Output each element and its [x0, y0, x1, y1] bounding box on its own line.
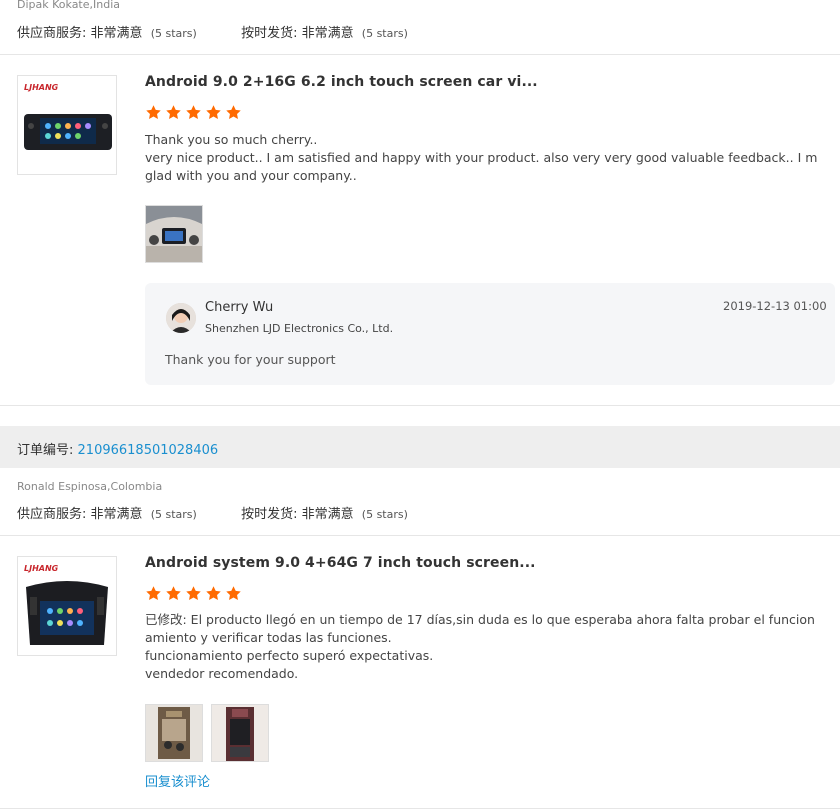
review-photo[interactable]: [145, 704, 203, 762]
review-star-rating: [145, 104, 245, 122]
supplier-service-stars: (5 stars): [150, 508, 197, 521]
review-text-line: glad with you and your company..: [145, 168, 357, 183]
divider: [0, 54, 840, 55]
product-title-link[interactable]: Android system 9.0 4+64G 7 inch touch sc…: [145, 555, 536, 571]
review-text: Thank you so much cherry.. very nice prod…: [145, 131, 818, 185]
supplier-service-label: 供应商服务:: [17, 507, 87, 522]
review-text-line: amiento y verificar todas las funciones.: [145, 630, 392, 645]
seller-reply: Cherry Wu Shenzhen LJD Electronics Co., …: [145, 283, 835, 385]
order-number-link[interactable]: 21096618501028406: [78, 443, 219, 458]
reviewer-name: Dipak Kokate,India: [17, 0, 121, 11]
supplier-service-value: 非常满意: [90, 26, 143, 41]
review-photo[interactable]: [145, 205, 203, 263]
review-text-line: 已修改: El producto llegó en un tiempo de 1…: [145, 612, 815, 627]
review-text: 已修改: El producto llegó en un tiempo de 1…: [145, 611, 815, 683]
review-star-rating: [145, 585, 245, 603]
reply-author-name: Cherry Wu: [205, 300, 274, 315]
ontime-delivery-stars: (5 stars): [361, 508, 408, 521]
supplier-service-label: 供应商服务:: [17, 26, 87, 41]
star-icon: [225, 104, 242, 121]
brand-logo: LJHANG: [24, 83, 59, 92]
star-icon: [165, 585, 182, 602]
brand-logo: LJHANG: [24, 564, 59, 573]
star-icon: [205, 585, 222, 602]
reply-company: Shenzhen LJD Electronics Co., Ltd.: [205, 322, 394, 335]
ontime-delivery-label: 按时发货:: [241, 507, 298, 522]
review-text-line: funcionamiento perfecto superó expectati…: [145, 648, 434, 663]
ontime-delivery-stars: (5 stars): [361, 27, 408, 40]
ontime-delivery-label: 按时发货:: [241, 26, 298, 41]
seller-ratings: 供应商服务: 非常满意 (5 stars) 按时发货: 非常满意 (5 star…: [17, 22, 408, 41]
review-text-line: Thank you so much cherry..: [145, 132, 318, 147]
supplier-service-value: 非常满意: [90, 507, 143, 522]
review-text-line: very nice product.. I am satisfied and h…: [145, 150, 818, 165]
review-text-line: vendedor recomendado.: [145, 666, 299, 681]
star-icon: [165, 104, 182, 121]
divider: [0, 808, 840, 809]
product-thumbnail[interactable]: LJHANG: [17, 556, 117, 656]
star-icon: [185, 585, 202, 602]
supplier-service-stars: (5 stars): [150, 27, 197, 40]
seller-ratings: 供应商服务: 非常满意 (5 stars) 按时发货: 非常满意 (5 star…: [17, 503, 408, 522]
order-number: 订单编号: 21096618501028406: [17, 439, 218, 458]
product-thumbnail[interactable]: LJHANG: [17, 75, 117, 175]
divider: [0, 405, 840, 406]
avatar: [166, 303, 196, 333]
star-icon: [205, 104, 222, 121]
order-bar: 订单编号: 21096618501028406: [0, 426, 840, 468]
reply-text: Thank you for your support: [165, 352, 336, 367]
divider: [0, 535, 840, 536]
review-photo[interactable]: [211, 704, 269, 762]
reply-date: 2019-12-13 01:00: [723, 299, 827, 313]
star-icon: [145, 104, 162, 121]
star-icon: [225, 585, 242, 602]
product-title-link[interactable]: Android 9.0 2+16G 6.2 inch touch screen …: [145, 74, 538, 90]
reply-to-review-link[interactable]: 回复该评论: [145, 771, 210, 790]
ontime-delivery-value: 非常满意: [301, 507, 354, 522]
reviewer-name: Ronald Espinosa,Colombia: [17, 480, 163, 493]
order-number-label: 订单编号:: [17, 443, 74, 458]
star-icon: [145, 585, 162, 602]
star-icon: [185, 104, 202, 121]
ontime-delivery-value: 非常满意: [301, 26, 354, 41]
